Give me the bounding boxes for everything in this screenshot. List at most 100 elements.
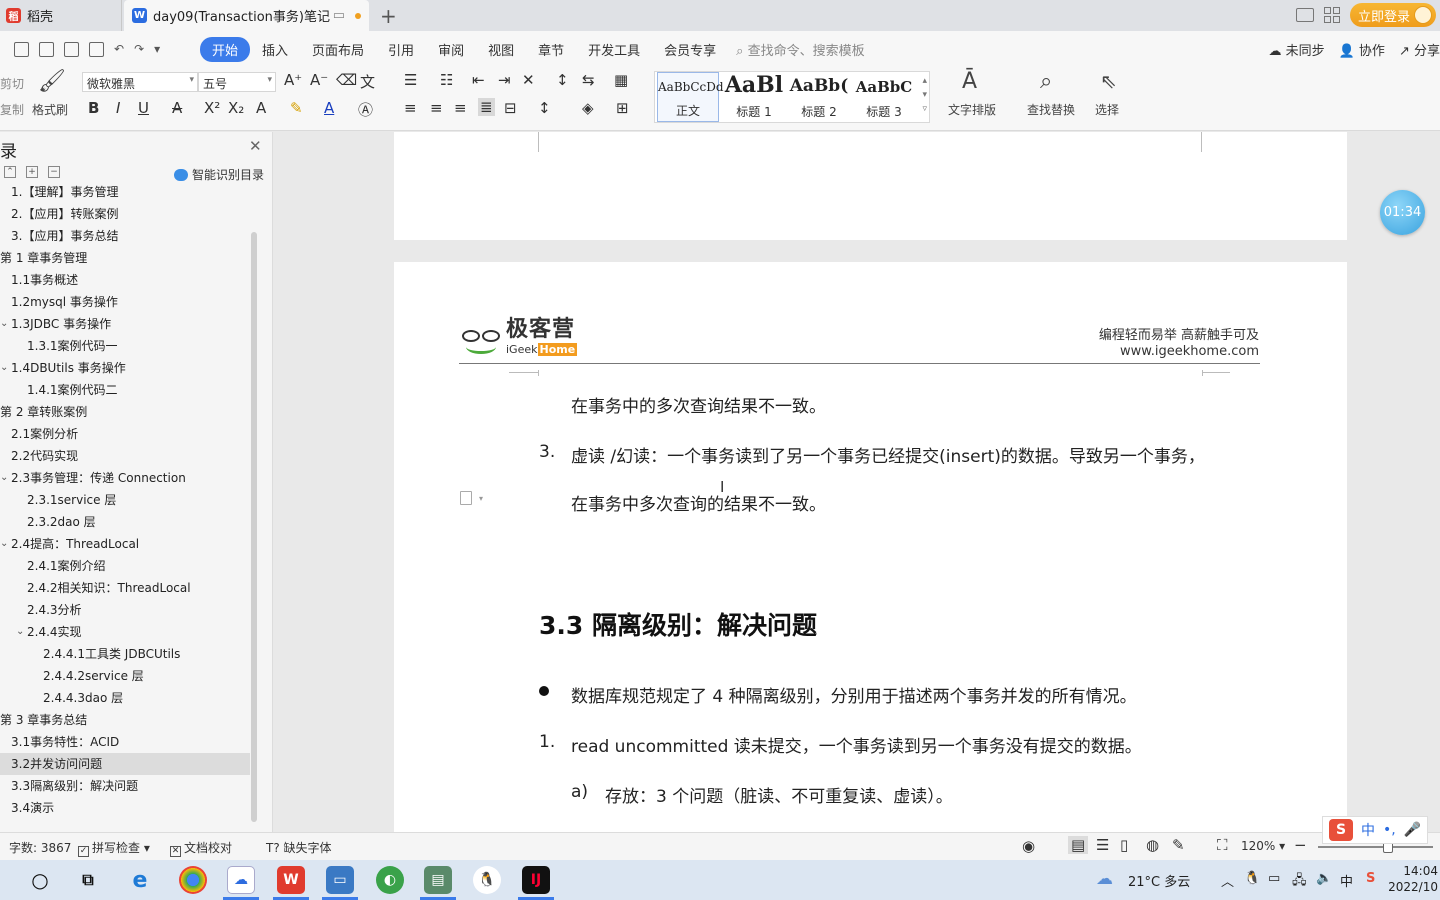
find-replace-icon[interactable]: ⌕ (1040, 69, 1052, 94)
toc-item[interactable]: 1.【理解】事务管理 (0, 181, 250, 203)
login-button[interactable]: 立即登录 (1349, 3, 1436, 27)
new-tab-button[interactable]: + (380, 4, 397, 28)
show-marks-icon[interactable]: ⇆ (582, 71, 595, 89)
find-replace-button[interactable]: 查找替换 (1027, 101, 1075, 118)
task-view-icon[interactable]: ⧉ (74, 866, 102, 894)
text-effect-button[interactable]: A (256, 99, 266, 117)
page-view-icon[interactable]: ▤ (1068, 836, 1089, 854)
outline-view-icon[interactable]: ☰ (1096, 836, 1109, 854)
phonetic-icon[interactable]: 文 (360, 71, 375, 92)
wps-icon[interactable]: W (277, 866, 305, 894)
paragraph-handle-icon[interactable] (460, 491, 472, 505)
toc-item[interactable]: 第 1 章事务管理 (0, 247, 250, 269)
style-heading-2[interactable]: AaBb( 标题 2 (788, 72, 850, 122)
menu-references[interactable]: 引用 (376, 40, 426, 59)
borders-icon[interactable]: ⊞ (616, 99, 629, 117)
toc-item[interactable]: 1.1事务概述 (0, 269, 250, 291)
table-grid-icon[interactable]: ▦ (614, 71, 628, 89)
toc-item[interactable]: 2.3.2dao 层 (0, 511, 250, 533)
tray-network-icon[interactable]: 🖧 (1292, 871, 1307, 893)
tray-ime-icon[interactable]: 中 (1340, 871, 1353, 890)
menu-developer[interactable]: 开发工具 (576, 40, 652, 59)
tab-home[interactable]: 稻 稻壳 (0, 0, 122, 31)
tray-chevron-icon[interactable]: ︿ (1221, 871, 1234, 890)
tray-volume-icon[interactable]: 🔈 (1316, 871, 1332, 886)
shading-icon[interactable]: ◈ (582, 99, 594, 117)
menu-review[interactable]: 审阅 (426, 40, 476, 59)
toc-item[interactable]: ⌄ 1.4DBUtils 事务操作 (0, 357, 250, 379)
expand-icon[interactable]: + (26, 166, 38, 178)
print-icon[interactable] (64, 41, 79, 57)
toc-item[interactable]: 1.3.1案例代码一 (0, 335, 250, 357)
toc-item[interactable]: 3.1事务特性：ACID (0, 731, 250, 753)
terminal-icon[interactable]: ▤ (424, 866, 452, 894)
menu-insert[interactable]: 插入 (250, 40, 300, 59)
format-painter-icon[interactable]: 🖌 (38, 69, 66, 94)
weather-text[interactable]: 21°C 多云 (1128, 871, 1190, 890)
grow-font-icon[interactable]: A⁺ (284, 71, 302, 89)
bold-button[interactable]: B (88, 99, 99, 117)
export-icon[interactable] (39, 41, 54, 57)
baidu-netdisk-icon[interactable]: ☁ (227, 866, 255, 894)
tray-sogou-icon[interactable]: S (1366, 871, 1375, 886)
zoom-slider[interactable] (1318, 846, 1433, 848)
toc-item[interactable]: 2.4.4.3dao 层 (0, 687, 250, 709)
menu-layout[interactable]: 页面布局 (300, 40, 376, 59)
sort-icon[interactable]: ↕ (556, 71, 569, 89)
intellij-icon[interactable]: IJ (522, 866, 550, 894)
align-center-icon[interactable]: ≡ (430, 99, 443, 117)
toc-item[interactable]: 2.4.1案例介绍 (0, 555, 250, 577)
highlight-color-icon[interactable]: ✎ (290, 99, 303, 117)
decrease-indent-icon[interactable]: ⇤ (472, 71, 485, 89)
undo-icon[interactable]: ↶ (114, 42, 124, 56)
strikethrough-button[interactable]: A (172, 99, 182, 117)
punctuation-icon[interactable]: •, (1383, 822, 1396, 838)
spell-check-toggle[interactable]: ✓ 拼写检查 ▾ (78, 839, 150, 857)
close-icon[interactable]: ✕ (249, 137, 262, 155)
customize-chevron-icon[interactable]: ▾ (154, 42, 160, 56)
toc-item[interactable]: 2.4.4.1工具类 JDBCUtils (0, 643, 250, 665)
italic-button[interactable]: I (116, 99, 120, 117)
menu-chapter[interactable]: 章节 (526, 40, 576, 59)
tab-window-icon[interactable]: ▭ (333, 8, 345, 23)
text-layout-button[interactable]: 文字排版 (948, 101, 996, 118)
microphone-icon[interactable]: 🎤 (1404, 822, 1421, 838)
print-preview-icon[interactable] (89, 41, 104, 57)
toc-item[interactable]: 3.【应用】事务总结 (0, 225, 250, 247)
toc-item[interactable]: 3.2并发访问问题 (0, 753, 250, 775)
toc-item[interactable]: ⌄ 1.3JDBC 事务操作 (0, 313, 250, 335)
underline-button[interactable]: U (138, 99, 149, 117)
distribute-icon[interactable]: ⊟ (504, 99, 517, 117)
menu-member[interactable]: 会员专享 (652, 40, 728, 59)
select-cursor-icon[interactable]: ⇖ (1100, 69, 1117, 93)
toc-item[interactable]: ⌄ 2.4.4实现 (0, 621, 250, 643)
reading-view-icon[interactable]: ▯ (1120, 836, 1128, 854)
numbered-list-icon[interactable]: ☷ (440, 71, 453, 89)
justify-icon[interactable]: ≣ (478, 98, 495, 116)
save-icon[interactable] (14, 41, 29, 57)
apps-grid-icon[interactable] (1323, 7, 1340, 23)
toc-item[interactable]: 2.4.2相关知识：ThreadLocal (0, 577, 250, 599)
weather-cloud-icon[interactable]: ☁ (1096, 869, 1113, 889)
char-border-button[interactable]: Ⓐ (358, 99, 373, 120)
chevron-down-icon[interactable]: ⌄ (0, 467, 8, 489)
chevron-down-icon[interactable]: ⌄ (0, 533, 8, 555)
toc-item[interactable]: 2.2代码实现 (0, 445, 250, 467)
toc-item[interactable]: ⌄ 2.4提高：ThreadLocal (0, 533, 250, 555)
collapse-icon[interactable]: − (48, 166, 60, 178)
qq-icon[interactable]: 🐧 (473, 866, 501, 894)
align-right-icon[interactable]: ≡ (454, 99, 467, 117)
fit-page-icon[interactable]: ⛶ (1217, 836, 1228, 854)
style-heading-1[interactable]: AaBl 标题 1 (723, 72, 785, 122)
superscript-button[interactable]: X² (204, 99, 220, 117)
toc-item[interactable]: ⌄ 2.3事务管理：传递 Connection (0, 467, 250, 489)
missing-font-button[interactable]: T? 缺失字体 (266, 839, 332, 856)
toc-item[interactable]: 3.3隔离级别：解决问题 (0, 775, 250, 797)
select-button[interactable]: 选择 (1095, 101, 1119, 118)
toc-item[interactable]: 第 3 章事务总结 (0, 709, 250, 731)
eye-protect-icon[interactable]: ◉ (1022, 837, 1035, 855)
timer-widget[interactable]: 01:34 (1380, 190, 1425, 235)
style-normal[interactable]: AaBbCcDd 正文 (657, 72, 724, 122)
zoom-out-button[interactable]: − (1294, 836, 1307, 854)
clear-format-icon[interactable]: ⌫ (336, 71, 357, 89)
